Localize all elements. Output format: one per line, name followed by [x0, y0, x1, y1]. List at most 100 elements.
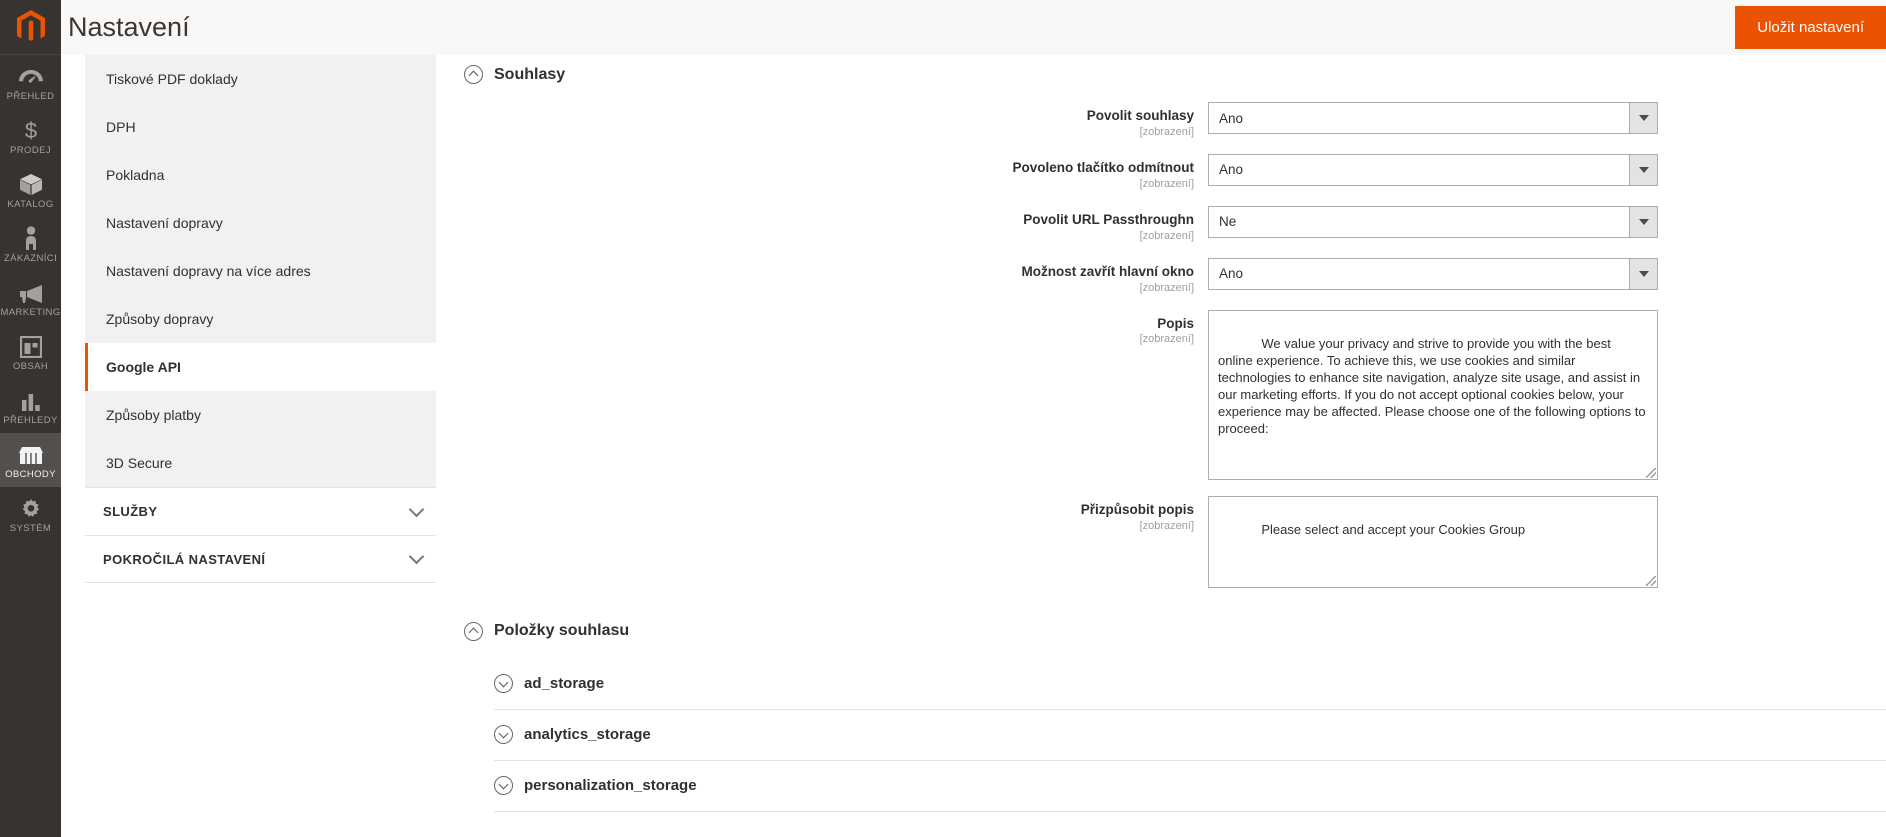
sidebar-item-system[interactable]: SYSTÉM [0, 487, 61, 541]
chevron-down-icon [408, 548, 425, 565]
chevron-down-icon[interactable] [1629, 154, 1657, 185]
subnav-section-label: SLUŽBY [103, 504, 158, 519]
sidebar-item-katalog[interactable]: KATALOG [0, 163, 61, 217]
subnav-item-label: DPH [106, 119, 136, 135]
magento-logo-icon[interactable] [0, 0, 61, 55]
field-control: We value your privacy and strive to prov… [1208, 309, 1886, 480]
subnav-section-label: POKROČILÁ NASTAVENÍ [103, 551, 266, 567]
select-value: Ano [1219, 162, 1244, 178]
sidebar-item-label: PRODEJ [10, 145, 51, 156]
subnav-item-label: Nastavení dopravy [106, 215, 223, 231]
field-scope-note: [zobrazení] [1139, 125, 1194, 138]
accordion-item-ad-storage[interactable]: ad_storage [494, 659, 1886, 710]
section-title: Souhlasy [494, 65, 566, 83]
layout-icon [19, 334, 42, 358]
sidebar-item-obsah[interactable]: OBSAH [0, 325, 61, 379]
dashboard-icon [18, 64, 44, 88]
subnav-item-google-api[interactable]: Google API [85, 343, 436, 391]
bar-chart-icon [20, 388, 42, 412]
select-value: Ne [1219, 214, 1237, 230]
accordion-item-personalization-storage[interactable]: personalization_storage [494, 761, 1886, 812]
field-control: Ano [1208, 153, 1886, 186]
field-control: Ano [1208, 257, 1886, 290]
textarea-value: We value your privacy and strive to prov… [1218, 335, 1650, 437]
sidebar-item-label: OBCHODY [5, 469, 56, 480]
collapse-up-icon [464, 65, 483, 84]
field-label-text: Možnost zavřít hlavní okno [1021, 263, 1194, 279]
resize-handle-icon[interactable] [1646, 575, 1656, 586]
subnav-item-label: Pokladna [106, 167, 165, 183]
chevron-down-circle-icon [494, 674, 513, 694]
gear-icon [20, 496, 42, 520]
subnav-item-pokladna[interactable]: Pokladna [85, 151, 436, 199]
field-povolit-url-passthroughn: Povolit URL Passthroughn [zobrazení] Ne [436, 205, 1886, 242]
subnav-item-dph[interactable]: DPH [85, 103, 436, 151]
person-icon [22, 226, 40, 250]
accordion-item-label: analytics_storage [524, 726, 651, 744]
field-control: Ano [1208, 102, 1886, 134]
field-control: Please select and accept your Cookies Gr… [1208, 495, 1886, 588]
textarea-value: Please select and accept your Cookies Gr… [1261, 522, 1526, 538]
sidebar-item-prodej[interactable]: $ PRODEJ [0, 109, 61, 163]
accordion-item-analytics-storage[interactable]: analytics_storage [494, 710, 1886, 761]
field-scope-note: [zobrazení] [1139, 281, 1194, 294]
sidebar-item-label: MARKETING [0, 307, 61, 318]
field-label-text: Povoleno tlačítko odmítnout [1012, 159, 1195, 175]
sidebar-item-zakaznici[interactable]: ZÁKAZNÍCI [0, 217, 61, 271]
field-label-text: Povolit URL Passthroughn [1023, 211, 1194, 227]
page-header: Nastavení Uložit nastavení [61, 0, 1886, 55]
subnav-item-tiskove-pdf-doklady[interactable]: Tiskové PDF doklady [85, 55, 436, 103]
subnav-section-pokrocila-nastaveni[interactable]: POKROČILÁ NASTAVENÍ [85, 535, 436, 583]
subnav-item-label: Nastavení dopravy na více adres [106, 263, 311, 279]
sidebar-item-label: KATALOG [7, 199, 54, 210]
subnav-item-zpusoby-platby[interactable]: Způsoby platby [85, 391, 436, 439]
field-popis: Popis [zobrazení] We value your privacy … [436, 309, 1886, 480]
sidebar-item-label: OBSAH [12, 361, 49, 372]
sidebar-item-prehled[interactable]: PŘEHLED [0, 55, 61, 109]
box-icon [19, 172, 43, 196]
sidebar-item-marketing[interactable]: MARKETING [0, 271, 61, 325]
subnav-section-sluzby[interactable]: SLUŽBY [85, 487, 436, 535]
chevron-down-icon[interactable] [1629, 206, 1657, 237]
resize-handle-icon[interactable] [1646, 467, 1656, 478]
select-povolit-souhlasy[interactable]: Ano [1208, 102, 1658, 134]
section-header-polozky-souhlasu[interactable]: Položky souhlasu [436, 604, 1886, 651]
settings-form: Souhlasy Povolit souhlasy [zobrazení] An… [436, 55, 1886, 812]
sidebar-item-label: PŘEHLED [6, 91, 55, 102]
subnav-item-nastaveni-dopravy[interactable]: Nastavení dopravy [85, 199, 436, 247]
section-header-souhlasy[interactable]: Souhlasy [436, 55, 1886, 94]
field-label-text: Popis [1157, 315, 1194, 331]
primary-sidebar: PŘEHLED $ PRODEJ KATALOG ZÁKAZNÍCI MARKE… [0, 0, 61, 837]
field-label: Možnost zavřít hlavní okno [zobrazení] [436, 258, 1208, 294]
megaphone-icon [18, 280, 44, 304]
field-moznost-zavrit-hlavni-okno: Možnost zavřít hlavní okno [zobrazení] A… [436, 257, 1886, 294]
select-povolit-url-passthroughn[interactable]: Ne [1208, 205, 1658, 238]
subnav-item-label: Tiskové PDF doklady [106, 71, 238, 87]
field-povolit-souhlasy: Povolit souhlasy [zobrazení] Ano [436, 102, 1886, 138]
field-scope-note: [zobrazení] [1139, 177, 1194, 190]
textarea-prizpusobit-popis[interactable]: Please select and accept your Cookies Gr… [1208, 495, 1658, 588]
textarea-popis[interactable]: We value your privacy and strive to prov… [1208, 309, 1658, 480]
select-moznost-zavrit-hlavni-okno[interactable]: Ano [1208, 257, 1658, 290]
chevron-down-icon[interactable] [1629, 103, 1657, 133]
subnav-item-3d-secure[interactable]: 3D Secure [85, 439, 436, 487]
chevron-down-icon[interactable] [1629, 258, 1657, 289]
sidebar-item-prehledy[interactable]: PŘEHLEDY [0, 379, 61, 433]
store-icon [18, 442, 44, 466]
sidebar-item-obchody[interactable]: OBCHODY [0, 433, 61, 487]
save-settings-button[interactable]: Uložit nastavení [1735, 6, 1886, 49]
field-label-text: Přizpůsobit popis [1080, 501, 1194, 517]
field-scope-note: [zobrazení] [1139, 333, 1194, 346]
field-prizpusobit-popis: Přizpůsobit popis [zobrazení] Please sel… [436, 495, 1886, 588]
main-content: Souhlasy Povolit souhlasy [zobrazení] An… [436, 0, 1886, 837]
collapse-up-icon [464, 621, 483, 641]
select-povoleno-tlacitko-odmitnout[interactable]: Ano [1208, 153, 1658, 186]
field-scope-note: [zobrazení] [1139, 519, 1194, 532]
field-label: Popis [zobrazení] [436, 310, 1208, 346]
select-value: Ano [1219, 266, 1244, 282]
settings-sidebar: Tiskové PDF doklady DPH Pokladna Nastave… [61, 0, 436, 837]
section-title: Položky souhlasu [494, 622, 630, 640]
field-label-text: Povolit souhlasy [1086, 108, 1194, 123]
subnav-item-nastaveni-dopravy-na-vice-adres[interactable]: Nastavení dopravy na více adres [85, 247, 436, 295]
subnav-item-zpusoby-dopravy[interactable]: Způsoby dopravy [85, 295, 436, 343]
